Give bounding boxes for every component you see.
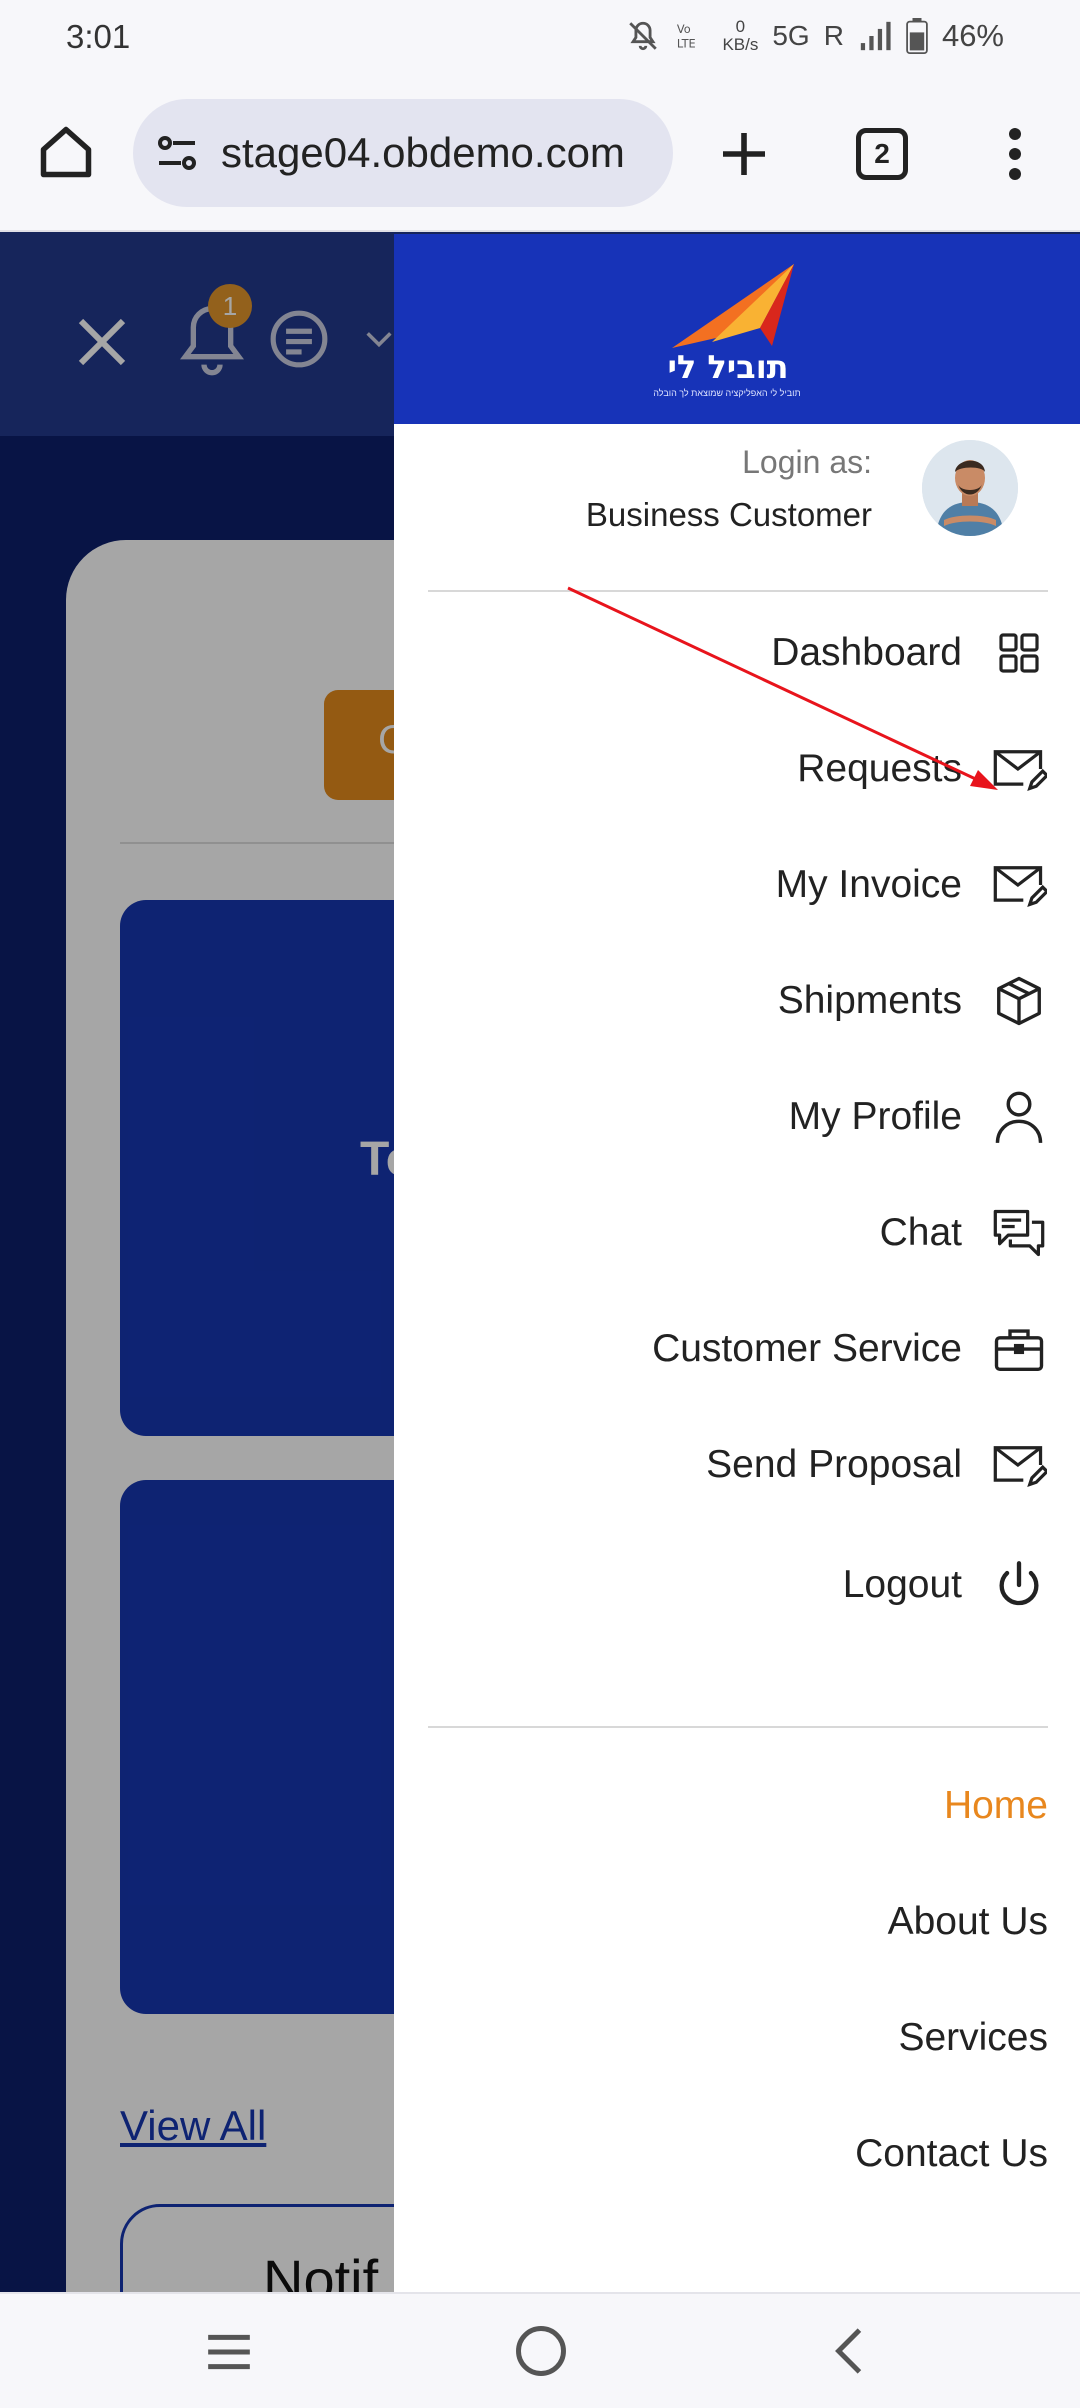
signal-icon: [860, 21, 891, 51]
menu-item-requests[interactable]: Requests: [428, 724, 1048, 814]
box-icon: [990, 972, 1048, 1030]
net-speed: 0 KB/s: [722, 17, 759, 54]
tab-switcher-button[interactable]: 2: [856, 128, 908, 180]
drawer-header: תוביל לי תוביל לי האפליקציה שמוצאת לך הו…: [394, 234, 1080, 424]
login-name: Business Customer: [585, 496, 872, 533]
mail-edit-icon: [990, 1436, 1048, 1494]
roaming-indicator: R: [823, 20, 844, 51]
nav-about-us[interactable]: About Us: [428, 1882, 1048, 1962]
battery-level: 46%: [941, 18, 1004, 53]
grid-icon: [990, 624, 1048, 682]
home-icon[interactable]: [36, 122, 96, 182]
drawer-divider-top: [428, 590, 1048, 592]
volte-icon: VoLTE: [677, 22, 696, 50]
nav-services[interactable]: Services: [428, 1998, 1048, 2078]
svg-text:LTE: LTE: [677, 36, 696, 50]
menu-item-logout[interactable]: Logout: [428, 1540, 1048, 1630]
system-nav-bar: [0, 2292, 1080, 2408]
nav-home[interactable]: Home: [428, 1766, 1048, 1846]
menu-item-my-invoice[interactable]: My Invoice: [428, 840, 1048, 930]
url-text: stage04.obdemo.com: [221, 129, 625, 176]
nav-contact-us[interactable]: Contact Us: [428, 2114, 1048, 2194]
site-settings-icon[interactable]: [153, 129, 201, 177]
more-options-icon[interactable]: [1000, 124, 1030, 184]
power-icon: [990, 1556, 1048, 1614]
menu-item-send-proposal[interactable]: Send Proposal: [428, 1420, 1048, 1510]
svg-text:Vo: Vo: [677, 22, 691, 36]
login-label: Login as:: [742, 444, 872, 480]
mail-edit-icon: [990, 740, 1048, 798]
status-bar: 3:01 Vo LTE 0 KB/s 5G R 46%: [0, 0, 1080, 78]
avatar[interactable]: [922, 440, 1018, 536]
menu-item-chat[interactable]: Chat: [428, 1188, 1048, 1278]
new-tab-icon[interactable]: [716, 126, 772, 182]
network-type: 5G: [772, 20, 810, 51]
side-drawer: תוביל לי תוביל לי האפליקציה שמוצאת לך הו…: [394, 234, 1080, 2292]
address-bar[interactable]: stage04.obdemo.com: [133, 99, 673, 207]
browser-toolbar: stage04.obdemo.com 2: [0, 78, 1080, 232]
menu-item-dashboard[interactable]: Dashboard: [428, 608, 1048, 698]
status-time: 3:01: [66, 18, 131, 55]
mute-icon: [629, 21, 658, 51]
menu-item-shipments[interactable]: Shipments: [428, 956, 1048, 1046]
briefcase-icon: [990, 1320, 1048, 1378]
menu-item-customer-service[interactable]: Customer Service: [428, 1304, 1048, 1394]
battery-icon: [906, 18, 928, 54]
menu-item-my-profile[interactable]: My Profile: [428, 1072, 1048, 1162]
logo-text: תוביל לי: [667, 348, 789, 386]
status-icons: Vo LTE 0 KB/s 5G R 46%: [626, 18, 1004, 54]
recents-icon[interactable]: [204, 2330, 254, 2374]
mail-edit-icon: [990, 856, 1048, 914]
logo-tagline: תוביל לי האפליקציה שמוצאת לך הובלה: [653, 388, 801, 398]
back-icon[interactable]: [832, 2326, 866, 2376]
chat-icon: [990, 1204, 1048, 1262]
home-circle-icon[interactable]: [514, 2324, 568, 2378]
drawer-divider-bottom: [428, 1726, 1048, 1728]
user-icon: [990, 1088, 1048, 1146]
